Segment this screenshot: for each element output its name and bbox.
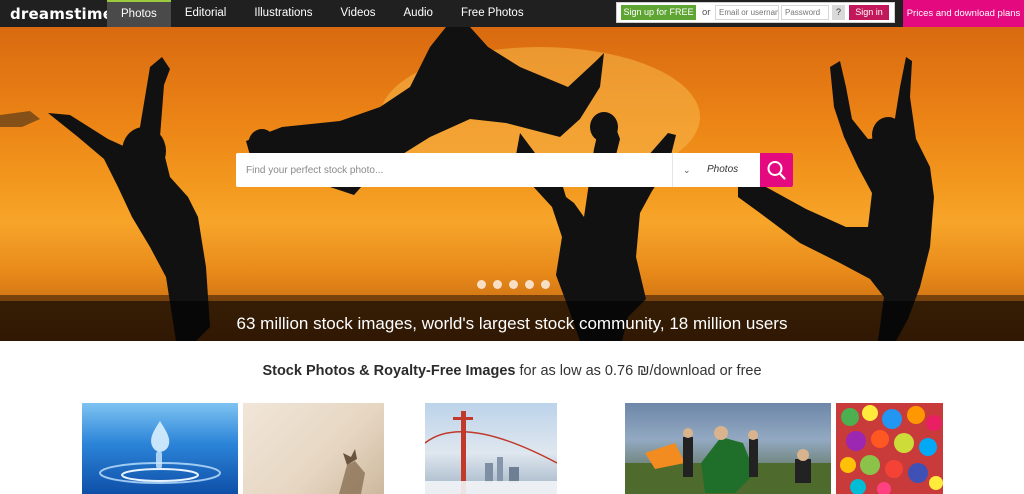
candies-image <box>836 403 943 494</box>
thumbnail-superheroes[interactable] <box>625 403 831 494</box>
signin-button[interactable]: Sign in <box>849 5 889 20</box>
logo-text: dreamstime <box>10 5 114 23</box>
carousel-dots <box>477 280 550 289</box>
superheroes-image <box>625 426 831 494</box>
carousel-dot-2[interactable] <box>493 280 502 289</box>
golden-gate-bridge-image <box>425 411 557 494</box>
search-icon <box>767 161 786 180</box>
nav-item-photos[interactable]: Photos <box>107 0 171 27</box>
headline-price: for as low as 0.76 ₪/download or free <box>515 363 762 379</box>
thumbnail-liberty[interactable] <box>243 403 384 494</box>
dreamstime-logo[interactable]: dreamstime. <box>10 5 120 23</box>
main-nav: Photos Editorial Illustrations Videos Au… <box>107 0 538 27</box>
search-button[interactable] <box>760 153 793 187</box>
carousel-dot-5[interactable] <box>541 280 550 289</box>
water-drop-image <box>99 421 221 484</box>
carousel-dot-1[interactable] <box>477 280 486 289</box>
search-type-select[interactable]: ⌄ Photos <box>672 153 760 187</box>
thumbnail-golden-gate[interactable] <box>425 403 557 494</box>
thumbnail-candies[interactable] <box>836 403 943 494</box>
prices-and-plans-button[interactable]: Prices and download plans <box>903 0 1024 27</box>
nav-item-videos[interactable]: Videos <box>327 0 390 27</box>
password-field[interactable] <box>781 5 829 20</box>
hero-tagline: 63 million stock images, world's largest… <box>236 314 788 333</box>
liberty-statue-image <box>339 449 365 494</box>
help-button[interactable]: ? <box>832 5 845 20</box>
search-type-value: Photos <box>707 164 739 175</box>
nav-item-free-photos[interactable]: Free Photos <box>447 0 538 27</box>
nav-item-audio[interactable]: Audio <box>390 0 447 27</box>
or-label: or <box>702 7 711 18</box>
carousel-dot-3[interactable] <box>509 280 518 289</box>
carousel-dot-4[interactable] <box>525 280 534 289</box>
chevron-down-icon: ⌄ <box>683 165 691 175</box>
headline-bold: Stock Photos & Royalty-Free Images <box>262 363 516 379</box>
login-box: Sign up for FREE or ? Sign in <box>616 2 895 23</box>
search-input[interactable] <box>236 153 672 187</box>
page-headline: Stock Photos & Royalty-Free Images for a… <box>0 363 1024 379</box>
top-navigation-bar: dreamstime. Photos Editorial Illustratio… <box>0 0 1024 27</box>
thumbnail-water-drop[interactable] <box>82 403 238 494</box>
nav-item-illustrations[interactable]: Illustrations <box>240 0 326 27</box>
hero-banner: ⌄ Photos 63 million stock images, world'… <box>0 27 1024 341</box>
hero-search-bar: ⌄ Photos <box>236 153 793 187</box>
signup-button[interactable]: Sign up for FREE <box>621 5 696 20</box>
nav-item-editorial[interactable]: Editorial <box>171 0 241 27</box>
email-field[interactable] <box>715 5 779 20</box>
